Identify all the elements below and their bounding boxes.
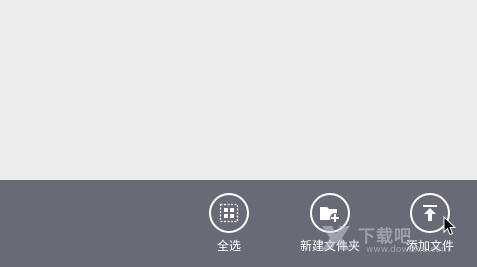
- select-all-icon-circle: [209, 193, 249, 233]
- content-area[interactable]: [0, 0, 477, 180]
- upload-icon: [423, 205, 437, 221]
- add-files-label: 添加文件: [405, 239, 454, 253]
- new-folder-label: 新建文件夹: [299, 239, 360, 253]
- select-all-label: 全选: [216, 239, 241, 253]
- new-folder-button[interactable]: 新建文件夹: [292, 193, 368, 259]
- new-folder-icon-circle: [310, 193, 350, 233]
- screen: 全选 新建文件夹 添加文件 下载吧 www.downxia.com: [0, 0, 477, 267]
- select-all-button[interactable]: 全选: [191, 193, 267, 259]
- app-bar: 全选 新建文件夹 添加文件: [0, 180, 477, 267]
- select-all-icon: [219, 203, 239, 223]
- mouse-cursor-icon: [443, 216, 457, 236]
- new-folder-icon: [320, 207, 340, 223]
